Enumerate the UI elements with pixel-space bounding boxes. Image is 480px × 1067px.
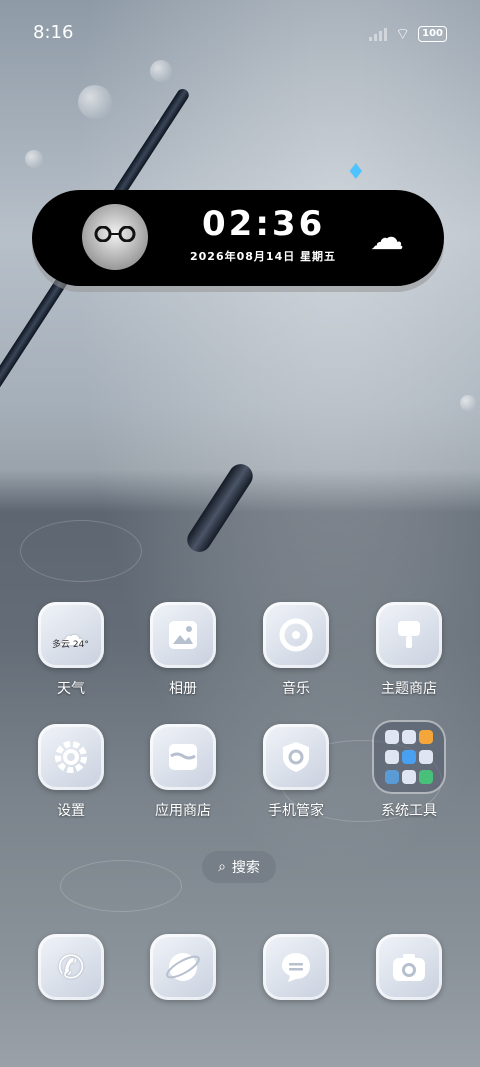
app-label: 手机管家 [268,803,324,819]
storefront-icon [169,744,197,770]
folder-system-tools[interactable]: 系统工具 [362,720,456,820]
raindrop [78,85,112,119]
camera-icon [376,934,442,1000]
raindrop [25,150,43,168]
mini-app-icon [385,749,399,764]
search-label: 搜索 [231,860,260,876]
mini-app-icon [402,770,416,785]
wiper-rod-tip [182,459,258,557]
app-theme-store[interactable]: 主题商店 [362,602,456,698]
app-label: 主题商店 [381,681,437,697]
mini-app-icon [419,770,433,785]
dock-phone[interactable]: ✆ [24,934,118,1000]
signal-icon [369,27,388,41]
mini-app-icon [402,729,416,744]
search-icon: ⌕ [218,859,226,875]
battery-icon: 100 [418,26,447,42]
mini-app-icon [402,749,416,764]
mini-app-icon [419,749,433,764]
theme-store-icon [376,602,442,668]
widget-clock: 02:36 [202,204,326,244]
search-button[interactable]: ⌕ 搜索 [202,851,276,883]
wifi-icon: ⌔ [395,24,411,43]
dock-messages[interactable] [249,934,343,1000]
paint-roller-icon [398,621,420,648]
rain-cloud-icon: ☁ [370,218,404,258]
gear-icon [55,741,87,773]
settings-icon [38,724,104,790]
raindrop [460,395,476,411]
mini-app-icon [419,729,433,744]
gallery-icon [150,602,216,668]
app-label: 音乐 [282,681,310,697]
shield-icon [283,742,309,772]
widget-date: 2026年08月14日 星期五 [190,250,337,263]
messages-icon [263,934,329,1000]
app-label: 相册 [169,681,197,697]
status-bar: 8:16 ⌔ 100 [0,0,480,68]
diamond-icon: ♦ [346,160,366,185]
planet-icon [166,953,200,981]
app-phone-manager[interactable]: 手机管家 [249,724,343,820]
water-ripple [20,520,142,582]
browser-icon [150,934,216,1000]
dock-camera[interactable] [362,934,456,1000]
phone-icon: ✆ [38,934,104,1000]
app-app-store[interactable]: 应用商店 [136,724,230,820]
app-label: 系统工具 [381,803,437,819]
mini-app-icon [385,729,399,744]
security-shield-icon [263,724,329,790]
camera-lens-icon [393,954,425,981]
status-icons: ⌔ 100 [369,24,447,44]
glasses-icon [94,226,136,242]
avatar [82,204,148,270]
app-gallery[interactable]: 相册 [136,602,230,698]
dock-browser[interactable] [136,934,230,1000]
app-label: 天气 [57,681,85,697]
app-settings[interactable]: 设置 [24,724,118,820]
water-ripple [60,860,182,912]
app-store-icon [150,724,216,790]
chat-bubble-icon [282,953,310,982]
music-icon [263,602,329,668]
weather-summary: 多云 24° [52,640,89,650]
picture-icon [169,621,197,649]
clock-widget[interactable]: 02:36 2026年08月14日 星期五 ☁ [32,190,444,286]
weather-app-icon: ☁ 多云 24° [38,602,104,668]
app-weather[interactable]: ☁ 多云 24° 天气 [24,602,118,698]
status-time: 8:16 [33,22,74,43]
app-label: 设置 [57,803,85,819]
app-label: 应用商店 [155,803,211,819]
mini-app-icon [385,770,399,785]
app-music[interactable]: 音乐 [249,602,343,698]
disc-icon [279,618,313,652]
folder-icon [372,720,446,794]
